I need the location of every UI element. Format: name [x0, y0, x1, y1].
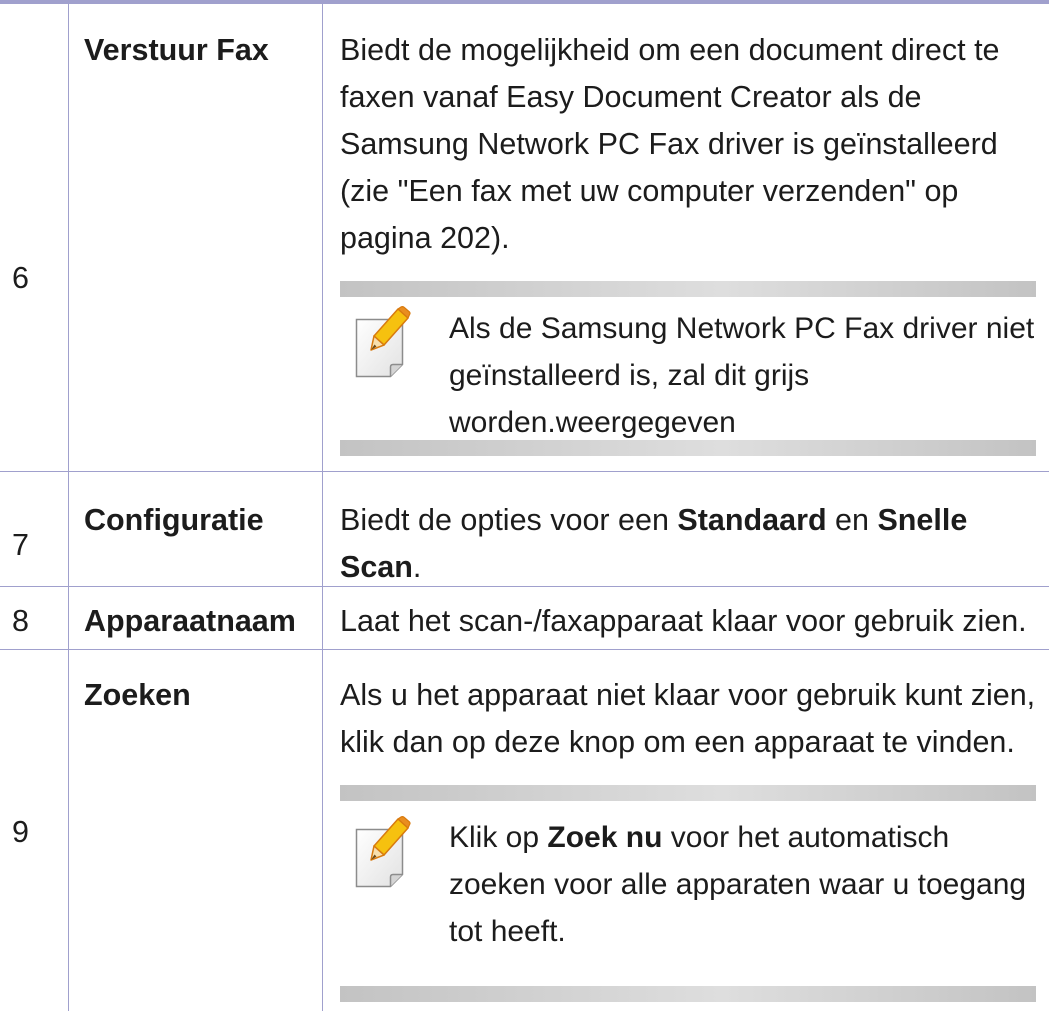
description-line: Biedt de opties voor een Standaard en Sn… — [340, 497, 1049, 544]
feature-name: Configuratie — [84, 503, 264, 537]
table-row: 8 Apparaatnaam Laat het scan-/faxapparaa… — [0, 587, 1049, 650]
table-row: 6 Verstuur Fax Biedt de mogelijkheid om … — [0, 4, 1049, 472]
note-line: tot heeft. — [449, 915, 566, 948]
table-row: 9 Zoeken Als u het apparaat niet klaar v… — [0, 650, 1049, 1011]
feature-name: Verstuur Fax — [84, 32, 269, 67]
feature-description-cell: Als u het apparaat niet klaar voor gebru… — [323, 650, 1049, 1011]
description-line: Biedt de mogelijkheid om een document di… — [340, 32, 1000, 67]
description-line: (zie "Een fax met uw computer verzenden"… — [340, 173, 959, 208]
description-line: pagina 202). — [340, 220, 510, 255]
description-text: . — [412, 550, 422, 584]
description-text: en — [826, 503, 878, 537]
feature-description-cell: Biedt de mogelijkheid om een document di… — [323, 4, 1049, 471]
note-text: Klik op Zoek nu voor het automatisch zoe… — [449, 814, 1036, 955]
row-number-cell: 8 — [0, 587, 69, 649]
note-page-fold — [389, 363, 403, 376]
note-text: Als de Samsung Network PC Fax driver nie… — [449, 305, 1036, 446]
note-content: Als de Samsung Network PC Fax driver nie… — [340, 297, 1036, 440]
note-line: Als de Samsung Network PC Fax driver nie… — [449, 311, 1035, 345]
bold-term: Snelle — [877, 503, 968, 537]
note-line-text: voor het automatisch — [662, 821, 950, 854]
note-content: Klik op Zoek nu voor het automatisch zoe… — [340, 801, 1036, 986]
bold-term: Scan — [340, 550, 413, 584]
row-number-cell: 6 — [0, 4, 69, 471]
note-line: worden.weergegeven — [449, 405, 736, 439]
note-box: Als de Samsung Network PC Fax driver nie… — [340, 281, 1036, 456]
note-line: zoeken voor alle apparaten waar u toegan… — [449, 868, 1027, 901]
feature-name-cell: Configuratie — [69, 472, 323, 586]
description-line: klik dan op deze knop om een apparaat te… — [340, 725, 1015, 759]
bold-term: Zoek nu — [547, 821, 663, 854]
note-pencil-icon — [355, 815, 411, 888]
note-page-fold — [389, 873, 403, 886]
description-line: Als u het apparaat niet klaar voor gebru… — [340, 678, 1036, 712]
description-text: Biedt de opties voor een — [340, 503, 678, 537]
note-bottom-bar — [340, 985, 1036, 1002]
row-number: 8 — [12, 603, 29, 638]
row-number: 9 — [12, 815, 29, 849]
feature-table: 6 Verstuur Fax Biedt de mogelijkheid om … — [0, 0, 1049, 1011]
feature-name-cell: Verstuur Fax — [69, 4, 323, 471]
bold-term: Standaard — [677, 503, 827, 537]
description-line: Laat het scan-/faxapparaat klaar voor ge… — [340, 603, 1027, 638]
feature-description-cell: Laat het scan-/faxapparaat klaar voor ge… — [323, 587, 1049, 649]
feature-name: Apparaatnaam — [84, 603, 296, 638]
feature-name-cell: Apparaatnaam — [69, 587, 323, 649]
feature-name: Zoeken — [84, 678, 191, 712]
note-line: Klik op Zoek nu voor het automatisch — [449, 814, 1036, 861]
description-line: faxen vanaf Easy Document Creator als de — [340, 79, 922, 114]
row-number-cell: 7 — [0, 472, 69, 586]
row-number-cell: 9 — [0, 650, 69, 1011]
table-row: 7 Configuratie Biedt de opties voor een … — [0, 472, 1049, 587]
description-line: Scan. — [340, 544, 1049, 591]
note-pencil-icon — [355, 305, 411, 378]
row-number: 6 — [12, 260, 29, 295]
feature-name-cell: Zoeken — [69, 650, 323, 1011]
note-top-bar — [340, 281, 1036, 297]
note-line: geïnstalleerd is, zal dit grijs — [449, 358, 810, 392]
description-line: Samsung Network PC Fax driver is geïnsta… — [340, 126, 998, 161]
note-line-text: Klik op — [449, 821, 548, 854]
feature-description-cell: Biedt de opties voor een Standaard en Sn… — [323, 472, 1049, 586]
note-top-bar — [340, 784, 1036, 801]
row-number: 7 — [12, 528, 29, 562]
note-box: Klik op Zoek nu voor het automatisch zoe… — [340, 784, 1036, 1002]
